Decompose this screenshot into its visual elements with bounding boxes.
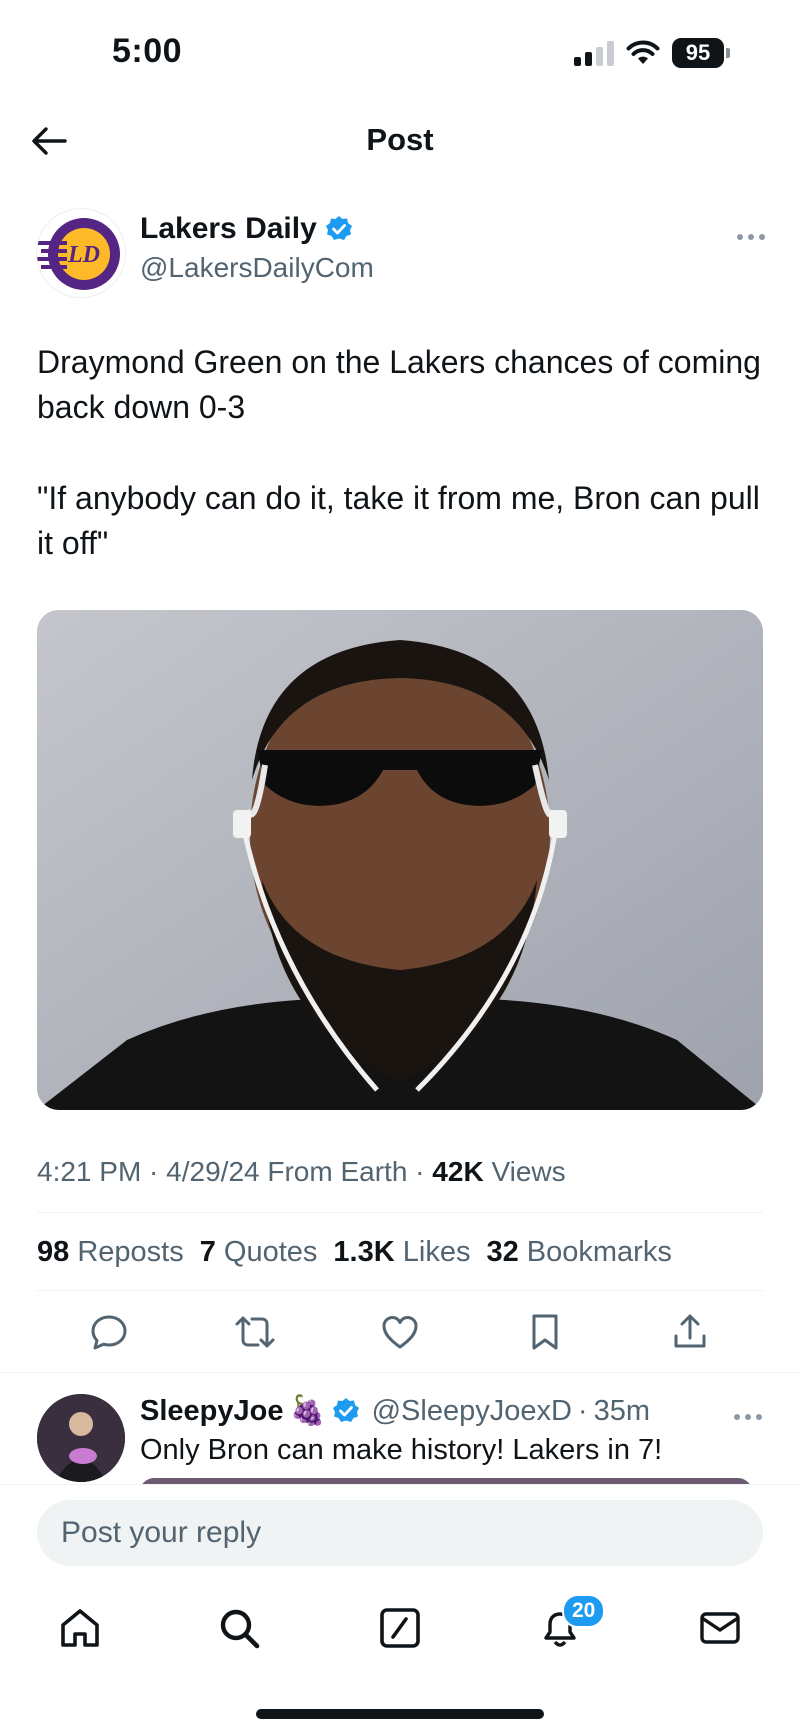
verified-badge-icon — [332, 1398, 359, 1422]
reply-more-button[interactable] — [733, 1396, 763, 1428]
tab-home[interactable] — [50, 1594, 110, 1662]
messages-icon — [700, 1612, 740, 1644]
post-actions — [0, 1306, 800, 1358]
wifi-icon — [626, 40, 660, 64]
divider — [0, 1372, 800, 1373]
post-text-quote: "If anybody can do it, take it from me, … — [37, 480, 760, 561]
author-handle[interactable]: @LakersDailyCom — [140, 252, 374, 284]
quotes-stat[interactable]: 7 Quotes — [200, 1236, 318, 1269]
reply-avatar[interactable] — [37, 1394, 125, 1482]
post-stats: 98 Reposts 7 Quotes 1.3K Likes 32 Bookma… — [37, 1236, 672, 1269]
post-image[interactable] — [37, 610, 763, 1110]
cellular-signal-icon — [574, 40, 614, 66]
author-avatar[interactable]: LD — [36, 208, 126, 298]
home-icon — [61, 1609, 99, 1647]
battery-level: 95 — [672, 38, 724, 68]
divider — [37, 1212, 763, 1213]
divider — [0, 1484, 800, 1485]
post-date: 4/29/24 — [166, 1156, 260, 1187]
repost-button[interactable] — [229, 1306, 281, 1358]
post-text: Draymond Green on the Lakers chances of … — [37, 340, 767, 566]
status-bar: 5:00 95 — [0, 0, 800, 100]
status-time: 5:00 — [112, 32, 183, 70]
share-button[interactable] — [664, 1306, 716, 1358]
tab-notifications[interactable]: 20 — [530, 1594, 606, 1662]
share-icon — [674, 1314, 706, 1348]
compose-icon — [380, 1608, 420, 1648]
reply-avatar-image — [37, 1394, 125, 1482]
like-button[interactable] — [374, 1306, 426, 1358]
bottom-tab-bar: 20 — [0, 1594, 800, 1662]
repost-icon — [235, 1316, 275, 1348]
grapes-emoji: 🍇 — [289, 1395, 326, 1427]
reposts-stat[interactable]: 98 Reposts — [37, 1236, 184, 1269]
reply-author-handle[interactable]: @SleepyJoexD — [372, 1395, 572, 1428]
divider — [37, 1290, 763, 1291]
post-source: From Earth — [267, 1156, 408, 1187]
bookmarks-stat[interactable]: 32 Bookmarks — [486, 1236, 671, 1269]
notifications-badge: 20 — [562, 1594, 606, 1628]
more-icon — [734, 1414, 762, 1420]
reply-text: Only Bron can make history! Lakers in 7! — [140, 1434, 663, 1466]
tab-messages[interactable] — [690, 1594, 750, 1662]
reply-button[interactable] — [83, 1306, 135, 1358]
search-icon — [220, 1609, 260, 1649]
header: Post — [0, 100, 800, 182]
tab-search[interactable] — [209, 1594, 269, 1662]
reply-age: 35m — [593, 1394, 650, 1427]
reply-item[interactable]: SleepyJoe 🍇 @SleepyJoexD · 35m Only Bron ca… — [0, 1390, 800, 1484]
like-icon — [382, 1316, 418, 1349]
tab-compose[interactable] — [370, 1594, 430, 1662]
author-name-row: Lakers Daily — [140, 212, 353, 246]
reply-author-name[interactable]: SleepyJoe — [140, 1395, 283, 1428]
reply-compose-input[interactable]: Post your reply — [37, 1500, 763, 1566]
post-author: LD Lakers Daily @LakersDailyCom — [36, 200, 766, 298]
views-count: 42K — [432, 1156, 484, 1187]
reply-icon — [91, 1315, 127, 1350]
post-photo — [37, 610, 763, 1110]
lakers-daily-logo: LD — [37, 218, 120, 290]
more-options-button[interactable] — [736, 216, 766, 248]
views-label: Views — [491, 1156, 566, 1187]
svg-text:LD: LD — [67, 242, 100, 268]
reply-header: SleepyJoe 🍇 @SleepyJoexD · 35m — [140, 1394, 650, 1428]
home-indicator — [256, 1709, 544, 1719]
bookmark-button[interactable] — [519, 1306, 571, 1358]
author-name[interactable]: Lakers Daily — [140, 212, 317, 246]
verified-badge-icon — [325, 216, 352, 240]
page-title: Post — [366, 122, 434, 157]
post-time: 4:21 PM — [37, 1156, 142, 1187]
status-icons: 95 — [574, 38, 730, 68]
more-icon — [737, 234, 765, 240]
battery-indicator: 95 — [672, 38, 730, 68]
compose-placeholder: Post your reply — [61, 1516, 262, 1549]
likes-stat[interactable]: 1.3K Likes — [333, 1236, 470, 1269]
post-meta: 4:21 PM · 4/29/24 From Earth · 42K Views — [37, 1156, 566, 1187]
bookmark-icon — [532, 1314, 558, 1350]
post-text-paragraph: Draymond Green on the Lakers chances of … — [37, 344, 761, 425]
